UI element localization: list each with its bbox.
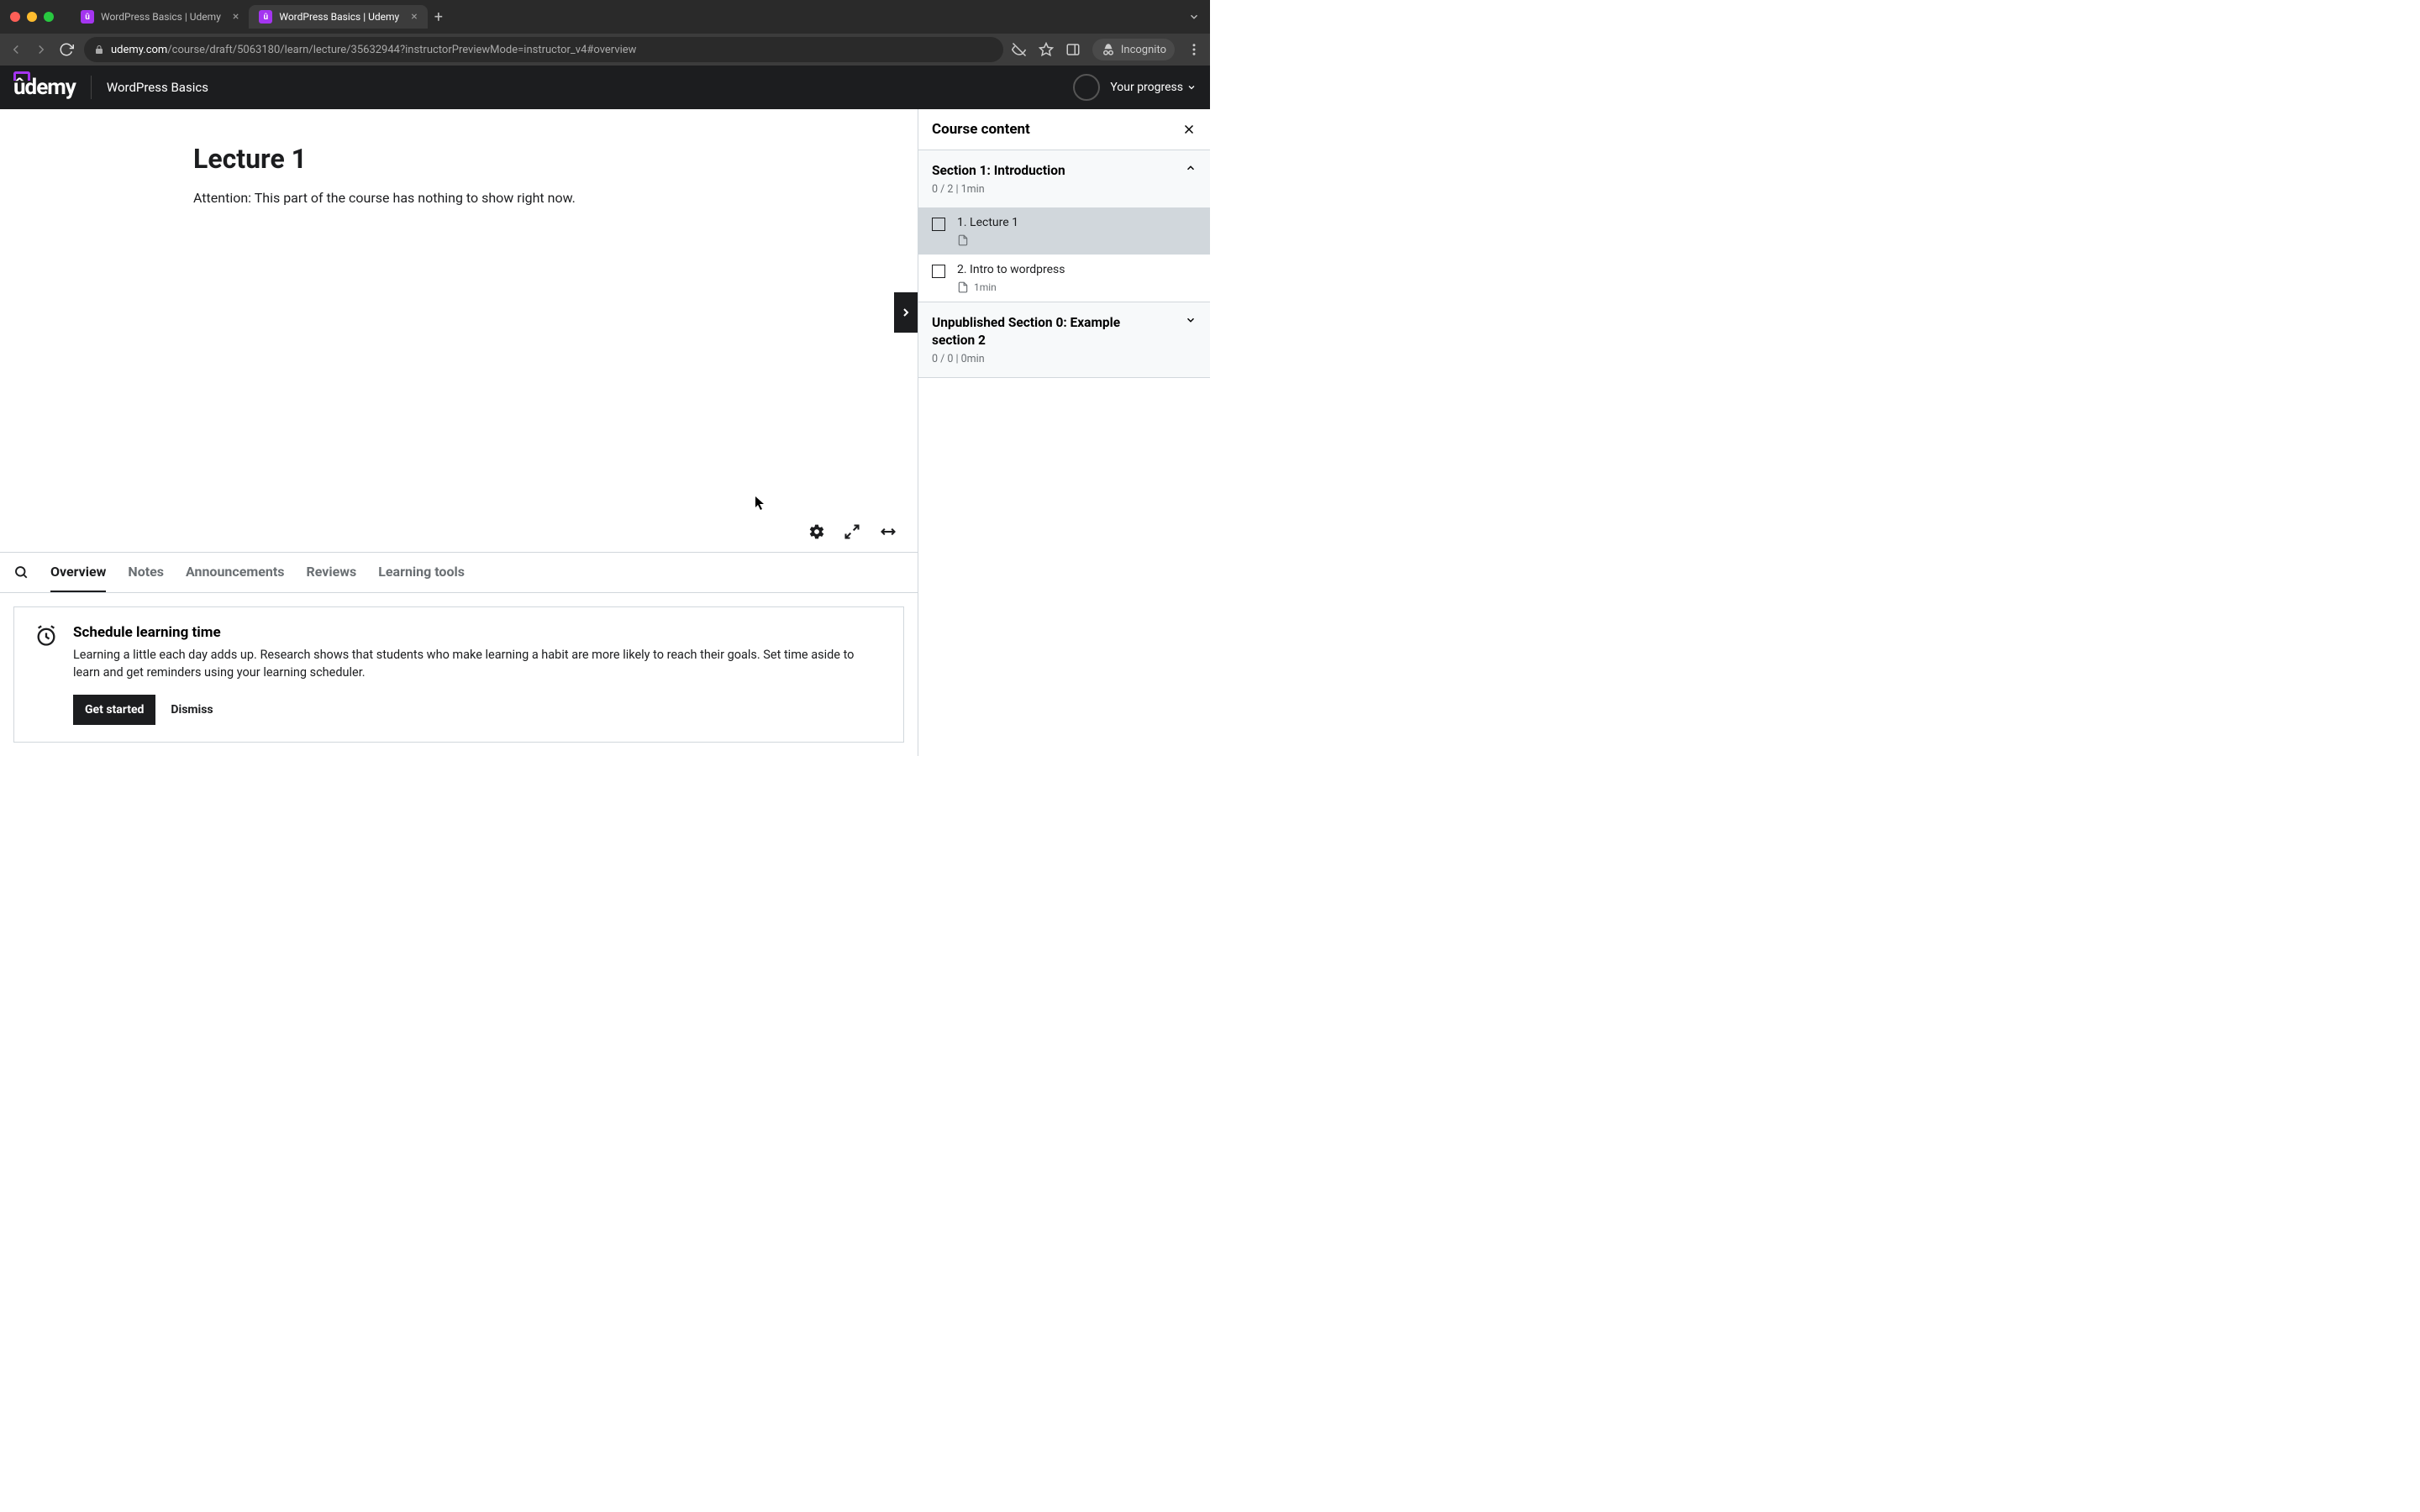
fullscreen-icon[interactable]	[844, 523, 860, 540]
schedule-title: Schedule learning time	[73, 624, 883, 641]
lecture-item-2[interactable]: 2. Intro to wordpress 1min	[918, 255, 1210, 302]
checkbox-icon[interactable]	[932, 265, 945, 278]
reload-icon[interactable]	[59, 42, 76, 57]
main-area: Lecture 1 Attention: This part of the co…	[0, 109, 918, 756]
expand-horizontal-icon[interactable]	[879, 523, 897, 540]
address-bar-right: Incognito	[1012, 39, 1202, 60]
section-name: Unpublished Section 0: Example section 2	[932, 314, 1150, 349]
tab-learning-tools[interactable]: Learning tools	[378, 553, 465, 592]
browser-tabs: û WordPress Basics | Udemy × û WordPress…	[71, 5, 443, 29]
sidebar-header: Course content	[918, 109, 1210, 150]
lecture-title: Lecture 1	[193, 143, 918, 175]
divider	[91, 76, 92, 99]
course-tabs: Overview Notes Announcements Reviews Lea…	[0, 553, 918, 593]
incognito-badge[interactable]: Incognito	[1092, 39, 1175, 60]
sidepanel-icon[interactable]	[1065, 42, 1081, 57]
window-chrome: û WordPress Basics | Udemy × û WordPress…	[0, 0, 1210, 34]
traffic-lights	[10, 12, 54, 22]
address-bar: udemy.com/course/draft/5063180/learn/lec…	[0, 34, 1210, 66]
chevron-down-icon	[1186, 82, 1197, 92]
window-close-icon[interactable]	[10, 12, 20, 22]
lecture-view: Lecture 1 Attention: This part of the co…	[0, 109, 918, 517]
lecture-name: 2. Intro to wordpress	[957, 263, 1065, 276]
schedule-card: Schedule learning time Learning a little…	[13, 606, 904, 743]
chevron-down-icon[interactable]	[1188, 11, 1200, 23]
dismiss-button[interactable]: Dismiss	[171, 703, 213, 717]
progress-circle-icon[interactable]	[1073, 74, 1100, 101]
next-lecture-button[interactable]	[894, 292, 918, 333]
lecture-name: 1. Lecture 1	[957, 216, 1018, 229]
udemy-logo[interactable]: ûdemy	[13, 75, 76, 100]
udemy-favicon-icon: û	[81, 10, 94, 24]
browser-tab-title: WordPress Basics | Udemy	[279, 11, 399, 23]
lock-icon	[94, 45, 104, 55]
close-sidebar-button[interactable]	[1181, 122, 1197, 137]
chevron-right-icon	[899, 306, 913, 319]
tab-announcements[interactable]: Announcements	[186, 553, 284, 592]
search-icon[interactable]	[13, 564, 29, 580]
url-text: udemy.com/course/draft/5063180/learn/lec…	[111, 44, 636, 56]
section-meta: 0 / 2 | 1min	[932, 183, 1065, 196]
new-tab-button[interactable]: +	[434, 8, 443, 26]
window-minimize-icon[interactable]	[27, 12, 37, 22]
section-1: Section 1: Introduction 0 / 2 | 1min 1. …	[918, 150, 1210, 302]
tab-close-icon[interactable]: ×	[411, 10, 417, 24]
lecture-item-1[interactable]: 1. Lecture 1	[918, 207, 1210, 255]
course-content-sidebar: Course content Section 1: Introduction 0…	[918, 109, 1210, 756]
browser-tab-1[interactable]: û WordPress Basics | Udemy ×	[249, 5, 427, 29]
section-name: Section 1: Introduction	[932, 162, 1065, 180]
menu-dots-icon[interactable]	[1186, 42, 1202, 57]
progress-label-text: Your progress	[1110, 81, 1183, 94]
document-icon	[957, 234, 969, 246]
lecture-body: Attention: This part of the course has n…	[193, 190, 918, 206]
url-bar[interactable]: udemy.com/course/draft/5063180/learn/lec…	[84, 37, 1003, 62]
incognito-label: Incognito	[1121, 44, 1166, 56]
course-title[interactable]: WordPress Basics	[107, 80, 208, 95]
nav-back-icon[interactable]	[8, 42, 25, 57]
tab-reviews[interactable]: Reviews	[306, 553, 356, 592]
section-2-header[interactable]: Unpublished Section 0: Example section 2…	[918, 302, 1210, 377]
gear-icon[interactable]	[808, 523, 825, 540]
player-controls	[0, 517, 918, 553]
tab-overview[interactable]: Overview	[50, 553, 106, 592]
sidebar-title: Course content	[932, 121, 1030, 138]
section-meta: 0 / 0 | 0min	[932, 353, 1150, 365]
chevron-up-icon	[1185, 162, 1197, 196]
mouse-cursor-icon	[755, 496, 766, 511]
star-icon[interactable]	[1039, 42, 1054, 57]
udemy-favicon-icon: û	[259, 10, 272, 24]
alarm-clock-icon	[34, 624, 58, 648]
lecture-duration: 1min	[974, 281, 997, 293]
nav-forward-icon[interactable]	[34, 42, 50, 57]
tab-notes[interactable]: Notes	[128, 553, 164, 592]
browser-tab-title: WordPress Basics | Udemy	[101, 11, 221, 23]
your-progress-dropdown[interactable]: Your progress	[1110, 81, 1197, 94]
checkbox-icon[interactable]	[932, 218, 945, 231]
document-icon	[957, 281, 969, 293]
window-maximize-icon[interactable]	[44, 12, 54, 22]
get-started-button[interactable]: Get started	[73, 695, 155, 725]
udemy-header: ûdemy WordPress Basics Your progress	[0, 66, 1210, 109]
browser-tab-0[interactable]: û WordPress Basics | Udemy ×	[71, 5, 249, 29]
chevron-down-icon	[1185, 314, 1197, 365]
section-2: Unpublished Section 0: Example section 2…	[918, 302, 1210, 378]
eye-off-icon[interactable]	[1012, 42, 1027, 57]
section-1-header[interactable]: Section 1: Introduction 0 / 2 | 1min	[918, 150, 1210, 207]
schedule-body: Learning a little each day adds up. Rese…	[73, 646, 883, 681]
tab-close-icon[interactable]: ×	[233, 10, 239, 24]
